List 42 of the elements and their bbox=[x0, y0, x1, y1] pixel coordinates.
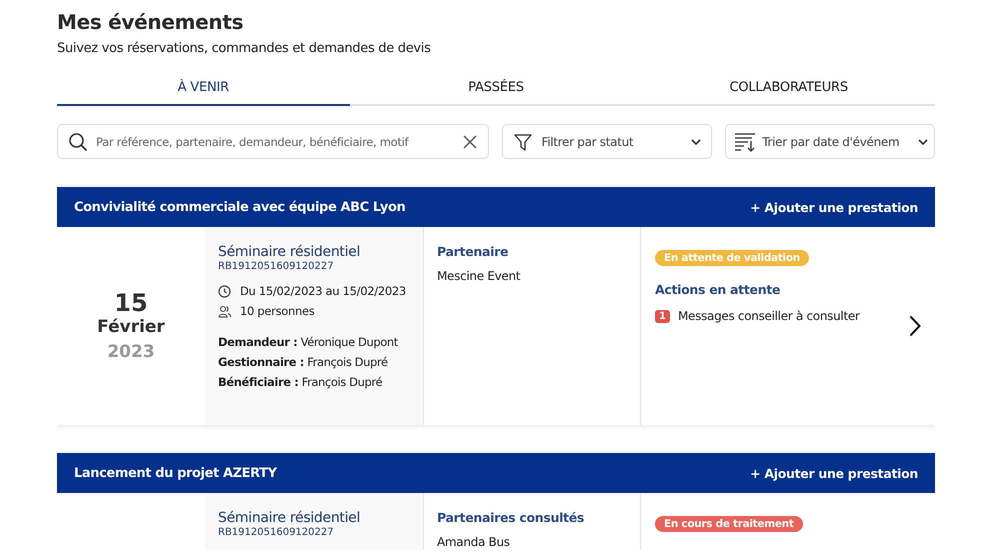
tab[interactable]: COLLABORATEURS bbox=[642, 72, 935, 106]
contact-line: Bénéficiaire : François Dupré bbox=[218, 374, 384, 391]
date-month: Février bbox=[97, 316, 165, 338]
add-service-button[interactable]: + Ajouter une prestation bbox=[750, 466, 918, 480]
chevron-down-icon bbox=[918, 138, 928, 144]
status-dropdown[interactable]: Filtrer par statut bbox=[502, 124, 712, 159]
contact-line: Gestionnaire : François Dupré bbox=[218, 354, 389, 371]
add-service-button[interactable]: + Ajouter une prestation bbox=[750, 200, 918, 214]
action-text: Messages conseiller à consulter bbox=[678, 309, 860, 323]
people-count: 10 personnes bbox=[240, 304, 314, 318]
sort-dropdown[interactable]: Trier par date d'événem bbox=[725, 124, 935, 159]
chevron-down-icon bbox=[691, 138, 702, 144]
clear-icon bbox=[462, 134, 478, 150]
tab[interactable]: PASSÉES bbox=[350, 72, 642, 106]
partner-name: Mescine Event bbox=[437, 269, 522, 283]
partner-name: Amanda Bus bbox=[437, 535, 511, 549]
partner-heading: Partenaires consultés bbox=[437, 510, 586, 525]
actions-heading: Actions en attente bbox=[655, 282, 782, 297]
service-title: Séminaire résidentiel bbox=[218, 510, 362, 526]
event-title: Lancement du projet AZERTY bbox=[74, 466, 277, 480]
sort-icon bbox=[734, 132, 756, 152]
clock-icon bbox=[218, 284, 231, 298]
reference: RB1912051609120227 bbox=[218, 527, 335, 538]
event-title: Convivialité commerciale avec équipe ABC Lyon bbox=[74, 200, 406, 214]
date-range: Du 15/02/2023 au 15/02/2023 bbox=[240, 284, 406, 298]
search-icon bbox=[68, 132, 88, 152]
page-subtitle: Suivez vos réservations, commandes et demandes de devis bbox=[57, 40, 432, 58]
contact-line: Demandeur : Véronique Dupont bbox=[218, 334, 399, 351]
count-badge: 1 bbox=[655, 310, 670, 322]
filter-icon bbox=[513, 132, 534, 152]
tab[interactable]: À VENIR bbox=[57, 72, 350, 106]
people-icon bbox=[218, 304, 231, 318]
search-bar[interactable]: Par référence, partenaire, demandeur, bénéficiaire, motif bbox=[57, 124, 490, 159]
status-badge: En attente de validation bbox=[655, 250, 809, 266]
partner-heading: Partenaire bbox=[437, 244, 510, 259]
service-title: Séminaire résidentiel bbox=[218, 244, 362, 260]
date-year: 2023 bbox=[107, 342, 155, 362]
status-badge: En cours de traitement bbox=[655, 516, 803, 532]
page-title: Mes événements bbox=[57, 9, 244, 36]
date-day: 15 bbox=[114, 290, 148, 316]
reference: RB1912051609120227 bbox=[218, 261, 335, 272]
chevron-right-icon bbox=[909, 315, 921, 337]
